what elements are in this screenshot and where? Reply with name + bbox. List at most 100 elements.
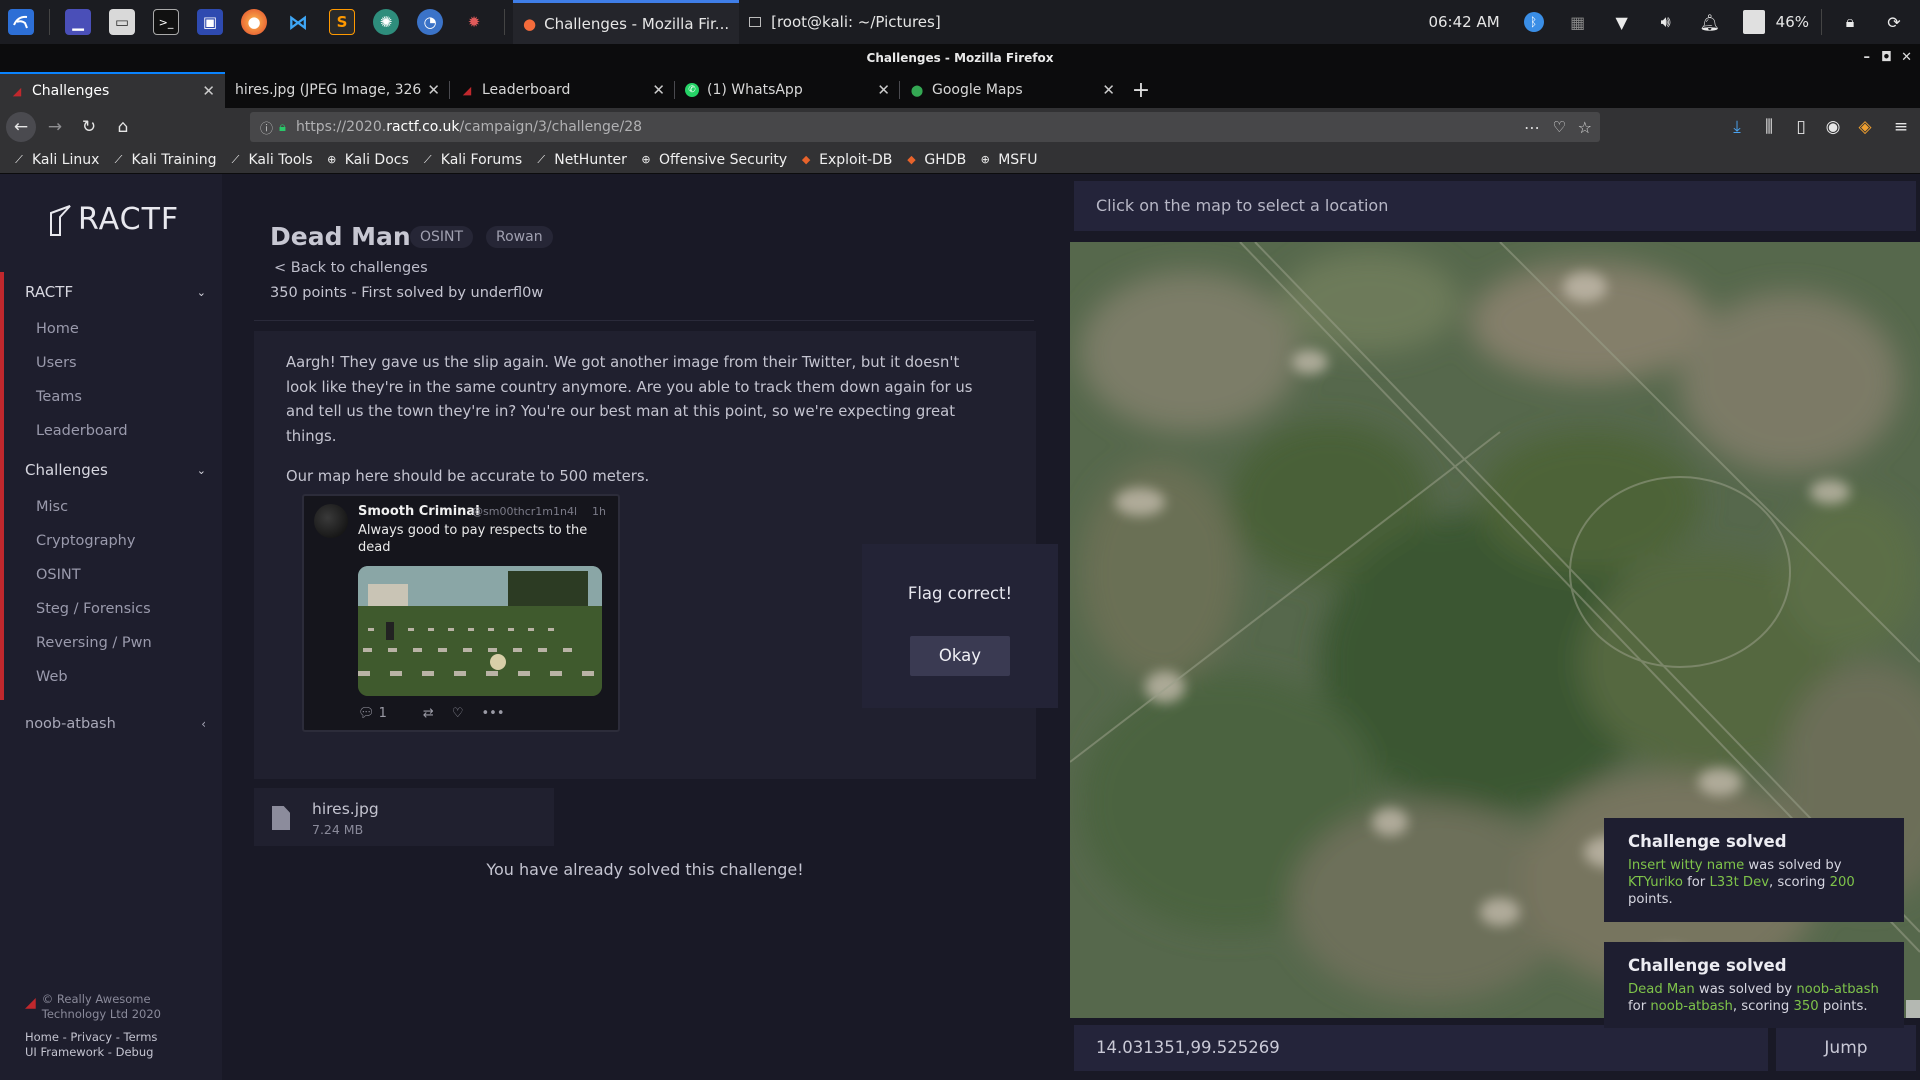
- bookmark-kali-training[interactable]: ⟋ Kali Training: [111, 151, 217, 168]
- reply-icon[interactable]: 💬︎ 1: [358, 706, 405, 721]
- tweet-image[interactable]: [358, 566, 602, 696]
- bookmark-nethunter[interactable]: ⟋ NetHunter: [534, 152, 627, 168]
- sidebar-item-teams[interactable]: Teams: [4, 380, 222, 414]
- hamburger-menu-icon[interactable]: ≡: [1886, 112, 1916, 142]
- sublime-icon[interactable]: S: [329, 9, 355, 35]
- okay-button[interactable]: Okay: [910, 636, 1010, 676]
- tab-close-icon[interactable]: ✕: [427, 81, 440, 99]
- toast-user[interactable]: noob-atbash: [1796, 982, 1879, 997]
- tab-hires-image[interactable]: hires.jpg (JPEG Image, 3264 ✕: [225, 72, 450, 108]
- workspace-icon[interactable]: ▁: [65, 9, 91, 35]
- toast-notification[interactable]: Challenge solved Dead Man was solved by …: [1604, 942, 1904, 1028]
- jump-button[interactable]: Jump: [1776, 1025, 1916, 1071]
- url-bar[interactable]: ⓘ 🔒︎ https://2020. ractf.co.uk/campaign/3…: [250, 112, 1600, 142]
- bookmark-msfu[interactable]: ⊕ MSFU: [978, 152, 1038, 168]
- ractf-logo[interactable]: RACTF: [48, 202, 179, 237]
- toast-user[interactable]: KTYuriko: [1628, 875, 1683, 890]
- tab-close-icon[interactable]: ✕: [1102, 81, 1115, 99]
- sidebar-item-web[interactable]: Web: [4, 660, 222, 694]
- footer-links-1[interactable]: Home - Privacy - Terms: [25, 1030, 161, 1045]
- armitage-icon[interactable]: ✹: [461, 9, 487, 35]
- downloads-icon[interactable]: ⤓: [1722, 112, 1752, 142]
- logout-icon[interactable]: ⟳: [1882, 10, 1906, 34]
- task-firefox[interactable]: ● Challenges - Mozilla Fir...: [513, 0, 740, 44]
- wireshark-icon[interactable]: ◔: [417, 9, 443, 35]
- coordinates-input[interactable]: 14.031351,99.525269: [1074, 1025, 1768, 1071]
- sidebar-item-leaderboard[interactable]: Leaderboard: [4, 414, 222, 448]
- bookmark-offensive-security[interactable]: ⊕ Offensive Security: [639, 152, 787, 168]
- clock[interactable]: 06:42 AM: [1428, 13, 1499, 31]
- back-to-challenges-link[interactable]: < Back to challenges: [274, 260, 428, 276]
- home-icon[interactable]: ⌂: [108, 112, 138, 142]
- forward-arrow-icon[interactable]: →: [40, 112, 70, 142]
- sidebar-item-osint[interactable]: OSINT: [4, 558, 222, 592]
- back-arrow-icon[interactable]: ←: [6, 112, 36, 142]
- wifi-icon[interactable]: ▼: [1610, 10, 1634, 34]
- minimize-icon[interactable]: –: [1864, 44, 1871, 72]
- tab-google-maps[interactable]: ⬤ Google Maps ✕: [900, 72, 1125, 108]
- sidebar-group-header[interactable]: Challenges ⌄: [4, 450, 222, 490]
- volume-icon[interactable]: 🔊︎: [1654, 10, 1678, 34]
- tab-whatsapp[interactable]: ✆ (1) WhatsApp ✕: [675, 72, 900, 108]
- task-terminal[interactable]: [root@kali: ~/Pictures]: [739, 0, 951, 44]
- kali-menu-icon[interactable]: [8, 9, 34, 35]
- maximize-icon[interactable]: ◘: [1881, 44, 1892, 72]
- toast-team[interactable]: noob-atbash: [1650, 999, 1733, 1014]
- bookmark-kali-tools[interactable]: ⟋ Kali Tools: [228, 152, 313, 168]
- terminal-icon[interactable]: >_: [153, 9, 179, 35]
- sidebar-item-users[interactable]: Users: [4, 346, 222, 380]
- more-icon[interactable]: •••: [481, 706, 504, 721]
- description-paragraph: Aargh! They gave us the slip again. We g…: [286, 354, 973, 445]
- reload-icon[interactable]: ↻: [74, 112, 104, 142]
- firefox-icon[interactable]: ●: [241, 9, 267, 35]
- bookmark-kali-linux[interactable]: ⟋ Kali Linux: [12, 152, 99, 168]
- retweet-icon[interactable]: ⇄: [423, 706, 434, 721]
- footer-links-2[interactable]: UI Framework - Debug: [25, 1045, 161, 1060]
- screen-share-icon[interactable]: ▣: [197, 9, 223, 35]
- notification-bell-icon[interactable]: 🔔︎: [1698, 10, 1722, 34]
- bookmark-ghdb[interactable]: ◆ GHDB: [904, 152, 966, 168]
- vscode-icon[interactable]: ⋈: [285, 9, 311, 35]
- maltego-icon[interactable]: ✺: [373, 9, 399, 35]
- bookmark-kali-docs[interactable]: ⊕ Kali Docs: [325, 152, 409, 168]
- bluetooth-icon[interactable]: ᛒ: [1522, 10, 1546, 34]
- sidebar-toggle-icon[interactable]: ▯: [1786, 112, 1816, 142]
- battery-icon[interactable]: [1742, 10, 1766, 34]
- sidebar-item-misc[interactable]: Misc: [4, 490, 222, 524]
- bookmark-star-icon[interactable]: ☆: [1578, 118, 1592, 137]
- sidebar-item-home[interactable]: Home: [4, 312, 222, 346]
- toast-challenge[interactable]: Insert witty name: [1628, 858, 1744, 873]
- lock-screen-icon[interactable]: 🔒︎: [1838, 10, 1862, 34]
- kali-dragon-icon: ⟋: [537, 152, 546, 166]
- sidebar-item-steg-forensics[interactable]: Steg / Forensics: [4, 592, 222, 626]
- tab-close-icon[interactable]: ✕: [202, 82, 215, 100]
- tab-close-icon[interactable]: ✕: [877, 81, 890, 99]
- sidebar-item-cryptography[interactable]: Cryptography: [4, 524, 222, 558]
- power-manager-icon[interactable]: ▦: [1566, 10, 1590, 34]
- extension-icon[interactable]: ◈: [1850, 112, 1880, 142]
- globe-icon: ⊕: [327, 153, 337, 166]
- attachment-card[interactable]: hires.jpg 7.24 MB: [254, 788, 554, 846]
- like-icon[interactable]: ♡: [452, 706, 464, 721]
- bookmark-exploit-db[interactable]: ◆ Exploit-DB: [799, 152, 893, 168]
- toast-notification[interactable]: Challenge solved Insert witty name was s…: [1604, 818, 1904, 922]
- bookmark-label: Kali Training: [131, 151, 217, 168]
- sidebar-item-reversing-pwn[interactable]: Reversing / Pwn: [4, 626, 222, 660]
- account-icon[interactable]: ◉: [1818, 112, 1848, 142]
- page-actions-icon[interactable]: ⋯: [1524, 118, 1540, 137]
- info-icon[interactable]: ⓘ: [260, 118, 273, 137]
- lock-icon[interactable]: 🔒︎: [279, 120, 286, 135]
- tab-challenges[interactable]: ◢ Challenges ✕: [0, 72, 225, 108]
- toast-team[interactable]: L33t Dev: [1709, 875, 1769, 890]
- sidebar-group-header[interactable]: RACTF ⌄: [4, 272, 222, 312]
- toast-challenge[interactable]: Dead Man: [1628, 982, 1695, 997]
- tab-close-icon[interactable]: ✕: [652, 81, 665, 99]
- tab-leaderboard[interactable]: ◢ Leaderboard ✕: [450, 72, 675, 108]
- close-window-icon[interactable]: ✕: [1901, 44, 1912, 72]
- bookmark-kali-forums[interactable]: ⟋ Kali Forums: [421, 152, 522, 168]
- pocket-icon[interactable]: ♡: [1553, 118, 1566, 136]
- library-icon[interactable]: ⫼: [1754, 112, 1784, 142]
- new-tab-button[interactable]: +: [1125, 72, 1157, 108]
- file-manager-icon[interactable]: ▭: [109, 9, 135, 35]
- sidebar-user-menu[interactable]: noob-atbash ‹: [0, 704, 222, 744]
